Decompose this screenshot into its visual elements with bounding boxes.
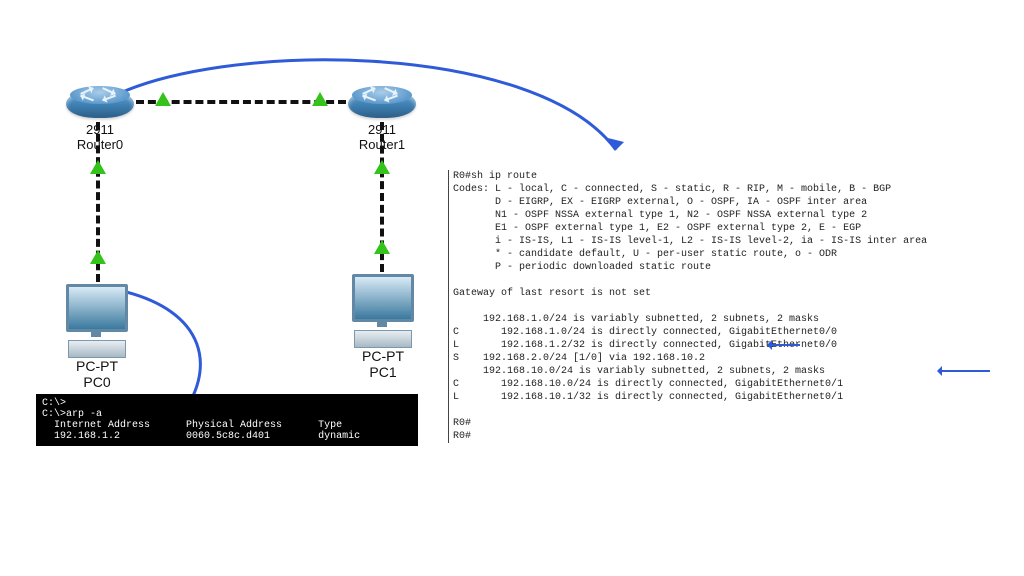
- topology-canvas: 2911Router0 2911Router1 PC-PTPC0 PC-PTPC…: [0, 0, 1024, 576]
- pc0-terminal: C:\> C:\>arp -a Internet Address Physica…: [36, 394, 418, 446]
- router0-cli-output: R0#sh ip route Codes: L - local, C - con…: [448, 170, 1013, 443]
- highlight-arrow-icon: [940, 370, 990, 372]
- cli-line: N1 - OSPF NSSA external type 1, N2 - OSP…: [453, 210, 867, 221]
- cli-line: C 192.168.1.0/24 is directly connected, …: [453, 327, 837, 338]
- cli-line: S 192.168.2.0/24 [1/0] via 192.168.10.2: [453, 353, 705, 364]
- cli-line: E1 - OSPF external type 1, E2 - OSPF ext…: [453, 223, 861, 234]
- cli-line: Codes: L - local, C - connected, S - sta…: [453, 184, 891, 195]
- cli-line: Gateway of last resort is not set: [453, 288, 651, 299]
- router0-icon[interactable]: [66, 90, 134, 118]
- cli-line: R0#sh ip route: [453, 171, 537, 182]
- cli-line: C 192.168.10.0/24 is directly connected,…: [453, 379, 843, 390]
- cli-line: 192.168.10.0/24 is variably subnetted, 2…: [453, 366, 825, 377]
- term-line: C:\>: [42, 398, 66, 409]
- cli-line: 192.168.1.0/24 is variably subnetted, 2 …: [453, 314, 819, 325]
- highlight-arrow-icon: [770, 344, 800, 346]
- term-col: Physical Address: [186, 420, 282, 431]
- link-status-icon: [312, 92, 328, 106]
- cli-line: P - periodic downloaded static route: [453, 262, 711, 273]
- router1-icon[interactable]: [348, 90, 416, 118]
- link-status-icon: [374, 160, 390, 174]
- term-cell: dynamic: [318, 431, 360, 442]
- link-status-icon: [374, 240, 390, 254]
- cli-line: L 192.168.10.1/32 is directly connected,…: [453, 392, 843, 403]
- link-status-icon: [90, 250, 106, 264]
- pc0-icon[interactable]: [62, 284, 132, 358]
- router0-label: 2911Router0: [60, 122, 140, 152]
- term-cell: 0060.5c8c.d401: [186, 431, 270, 442]
- term-col: Internet Address: [42, 420, 150, 431]
- cli-line: R0#: [453, 418, 471, 429]
- term-col: Type: [318, 420, 342, 431]
- pc1-icon[interactable]: [348, 274, 418, 348]
- cli-line: * - candidate default, U - per-user stat…: [453, 249, 837, 260]
- cli-line: R0#: [453, 431, 471, 442]
- term-line: C:\>arp -a: [42, 409, 102, 420]
- cli-line: i - IS-IS, L1 - IS-IS level-1, L2 - IS-I…: [453, 236, 927, 247]
- cli-line: D - EIGRP, EX - EIGRP external, O - OSPF…: [453, 197, 867, 208]
- pc0-label: PC-PTPC0: [52, 358, 142, 390]
- term-cell: 192.168.1.2: [42, 431, 120, 442]
- link-status-icon: [90, 160, 106, 174]
- link-status-icon: [155, 92, 171, 106]
- pc1-label: PC-PTPC1: [338, 348, 428, 380]
